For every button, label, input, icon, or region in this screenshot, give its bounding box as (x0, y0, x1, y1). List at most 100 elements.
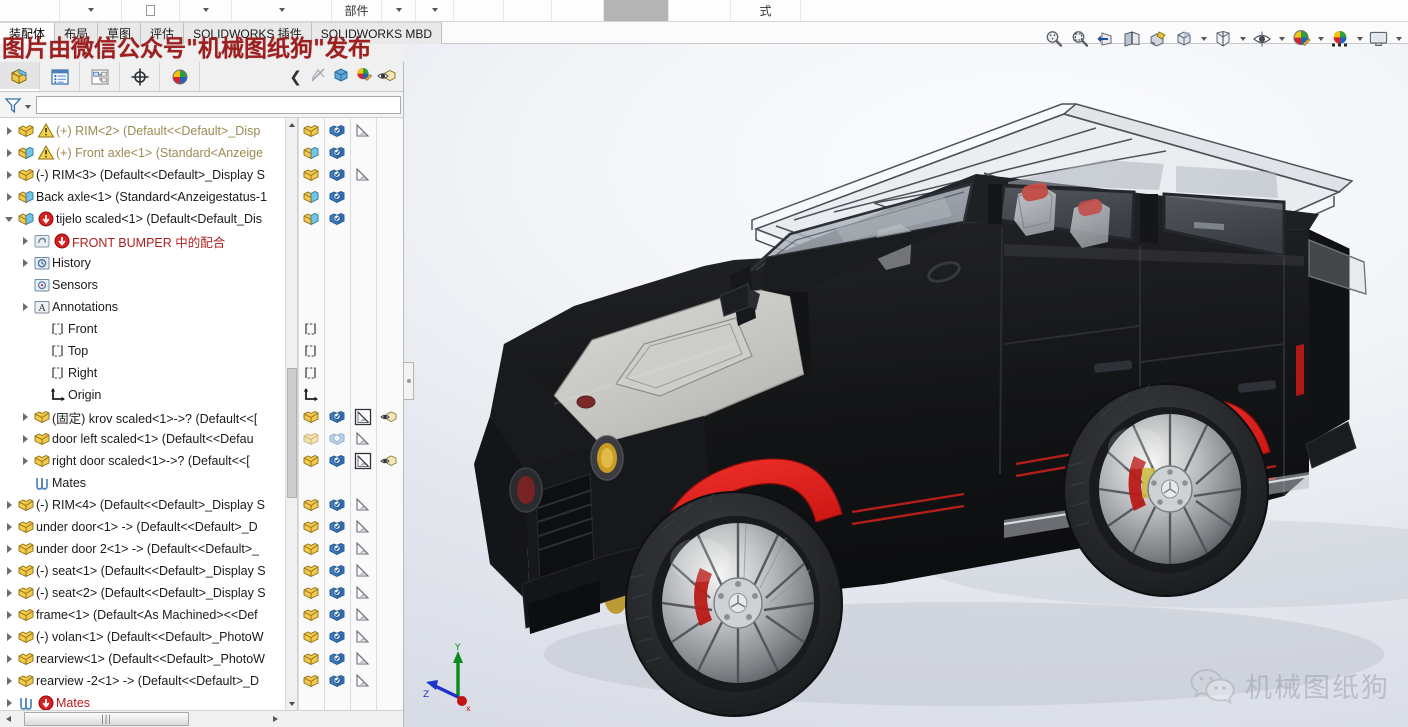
tree-row[interactable]: under door 2<1> -> (Default<<Default>_ (0, 538, 297, 560)
edit-appearance-icon[interactable] (1289, 27, 1313, 51)
component-yellow-cell[interactable] (298, 452, 324, 470)
component-yellow-cell[interactable] (298, 562, 324, 580)
tree-row[interactable]: (-) seat<1> (Default<<Default>_Display S (0, 560, 297, 582)
appearance-hatch-cell[interactable] (350, 628, 376, 646)
expand-arrow-icon[interactable] (18, 435, 32, 443)
ribbon-square-button[interactable] (122, 0, 180, 21)
feature-tree[interactable]: (+) RIM<2> (Default<<Default>_Disp (+) Fr… (0, 118, 298, 710)
display-state-pale-cell[interactable] (324, 430, 350, 448)
expand-arrow-icon[interactable] (2, 193, 16, 201)
display-state-blue-cell[interactable] (324, 210, 350, 228)
display-state-blue-cell[interactable] (324, 122, 350, 140)
expand-arrow-icon[interactable] (2, 589, 16, 597)
expand-arrow-icon[interactable] (18, 303, 32, 311)
tree-row[interactable]: under door<1> -> (Default<<Default>_D (0, 516, 297, 538)
component-blue-cell[interactable] (298, 210, 324, 228)
appearance-boxed-cell[interactable] (350, 408, 376, 426)
hscroll-thumb[interactable]: ||| (24, 712, 189, 726)
appearance-hatch-cell[interactable] (350, 540, 376, 558)
ribbon-dropdown-3[interactable] (232, 0, 332, 21)
expand-arrow-icon[interactable] (18, 237, 32, 245)
plane-icon-cell[interactable] (298, 342, 324, 360)
tree-row[interactable]: A Annotations (0, 296, 297, 318)
tree-row[interactable]: Mates (0, 692, 297, 710)
filter-funnel-icon[interactable] (2, 96, 32, 114)
previous-view-icon[interactable] (1094, 27, 1118, 51)
scroll-down-arrow[interactable] (286, 697, 297, 710)
display-state-blue-cell[interactable] (324, 562, 350, 580)
dimxpert-manager-tab[interactable] (120, 62, 160, 91)
ribbon-dropdown-1[interactable] (60, 0, 122, 21)
display-state-blue-cell[interactable] (324, 606, 350, 624)
view-orientation-cube-icon[interactable] (1172, 27, 1196, 51)
component-yellow-cell[interactable] (298, 584, 324, 602)
hscroll-left-arrow[interactable] (0, 712, 16, 727)
display-state-blue-cell[interactable] (324, 166, 350, 184)
transparency-eye-cell[interactable] (376, 408, 402, 426)
expand-arrow-icon[interactable] (2, 655, 16, 663)
view-settings-icon[interactable] (1367, 27, 1391, 51)
component-yellow-cell[interactable] (298, 408, 324, 426)
expand-arrow-icon[interactable] (18, 457, 32, 465)
zoom-to-area-icon[interactable] (1068, 27, 1092, 51)
expand-arrow-icon[interactable] (2, 677, 16, 685)
display-pane[interactable] (298, 118, 403, 710)
appearance-hatch-cell[interactable] (350, 430, 376, 448)
expand-arrow-icon[interactable] (2, 567, 16, 575)
tree-row[interactable]: (-) RIM<4> (Default<<Default>_Display S (0, 494, 297, 516)
configuration-manager-tab[interactable] (80, 62, 120, 91)
display-style-icon[interactable] (1211, 27, 1235, 51)
hide-show-items-icon[interactable] (1250, 27, 1274, 51)
tree-row[interactable]: door left scaled<1> (Default<<Defau (0, 428, 297, 450)
component-yellow-cell[interactable] (298, 518, 324, 536)
component-pale-cell[interactable] (298, 430, 324, 448)
scroll-up-arrow[interactable] (286, 118, 297, 131)
tree-row[interactable]: frame<1> (Default<As Machined><<Def (0, 604, 297, 626)
tree-row[interactable]: (固定) krov scaled<1>->? (Default<<[ (0, 406, 297, 428)
appearances-icon[interactable] (354, 65, 374, 88)
edit-appearance-dropdown[interactable] (1315, 27, 1326, 51)
display-state-blue-cell[interactable] (324, 672, 350, 690)
tree-row[interactable]: Sensors (0, 274, 297, 296)
tree-row[interactable]: Top (0, 340, 297, 362)
tree-row[interactable]: (-) seat<2> (Default<<Default>_Display S (0, 582, 297, 604)
expand-arrow-icon[interactable] (2, 501, 16, 509)
ribbon-dropdown-2[interactable] (180, 0, 232, 21)
apply-scene-icon[interactable] (1328, 27, 1352, 51)
expand-arrow-icon[interactable] (2, 611, 16, 619)
appearance-hatch-cell[interactable] (350, 672, 376, 690)
display-state-blue-cell[interactable] (324, 452, 350, 470)
appearance-boxed-cell[interactable] (350, 452, 376, 470)
plane-icon-cell[interactable] (298, 320, 324, 338)
component-blue-cell[interactable] (298, 188, 324, 206)
tree-horizontal-scrollbar[interactable]: ||| (0, 710, 403, 727)
expand-arrow-icon[interactable] (18, 413, 32, 421)
tree-row[interactable]: (+) Front axle<1> (Standard<Anzeige (0, 142, 297, 164)
view-settings-dropdown[interactable] (1393, 27, 1404, 51)
collapse-panel-chevron-icon[interactable]: ❮ (286, 68, 305, 86)
expand-arrow-icon[interactable] (2, 171, 16, 179)
transparency-eye-cell[interactable] (376, 452, 402, 470)
appearance-hatch-cell[interactable] (350, 650, 376, 668)
display-state-blue-cell[interactable] (324, 188, 350, 206)
tree-row[interactable]: Front (0, 318, 297, 340)
expand-arrow-icon[interactable] (2, 127, 16, 135)
ribbon-dropdown-5[interactable] (416, 0, 454, 21)
appearance-hatch-cell[interactable] (350, 584, 376, 602)
component-blue-cell[interactable] (298, 144, 324, 162)
expand-arrow-icon[interactable] (2, 633, 16, 641)
component-yellow-cell[interactable] (298, 672, 324, 690)
tree-row[interactable]: History (0, 252, 297, 274)
ribbon-dropdown-4[interactable] (382, 0, 416, 21)
tree-row[interactable]: Right (0, 362, 297, 384)
appearance-hatch-cell[interactable] (350, 122, 376, 140)
expand-arrow-icon[interactable] (2, 523, 16, 531)
expand-arrow-icon[interactable] (2, 149, 16, 157)
component-yellow-cell[interactable] (298, 166, 324, 184)
display-state-blue-cell[interactable] (324, 628, 350, 646)
tree-row[interactable]: (-) RIM<3> (Default<<Default>_Display S (0, 164, 297, 186)
display-style-dropdown[interactable] (1237, 27, 1248, 51)
appearance-hatch-cell[interactable] (350, 496, 376, 514)
tree-row[interactable]: right door scaled<1>->? (Default<<[ (0, 450, 297, 472)
graphics-viewport[interactable]: Y Z x 机械图纸狗 (404, 44, 1408, 727)
